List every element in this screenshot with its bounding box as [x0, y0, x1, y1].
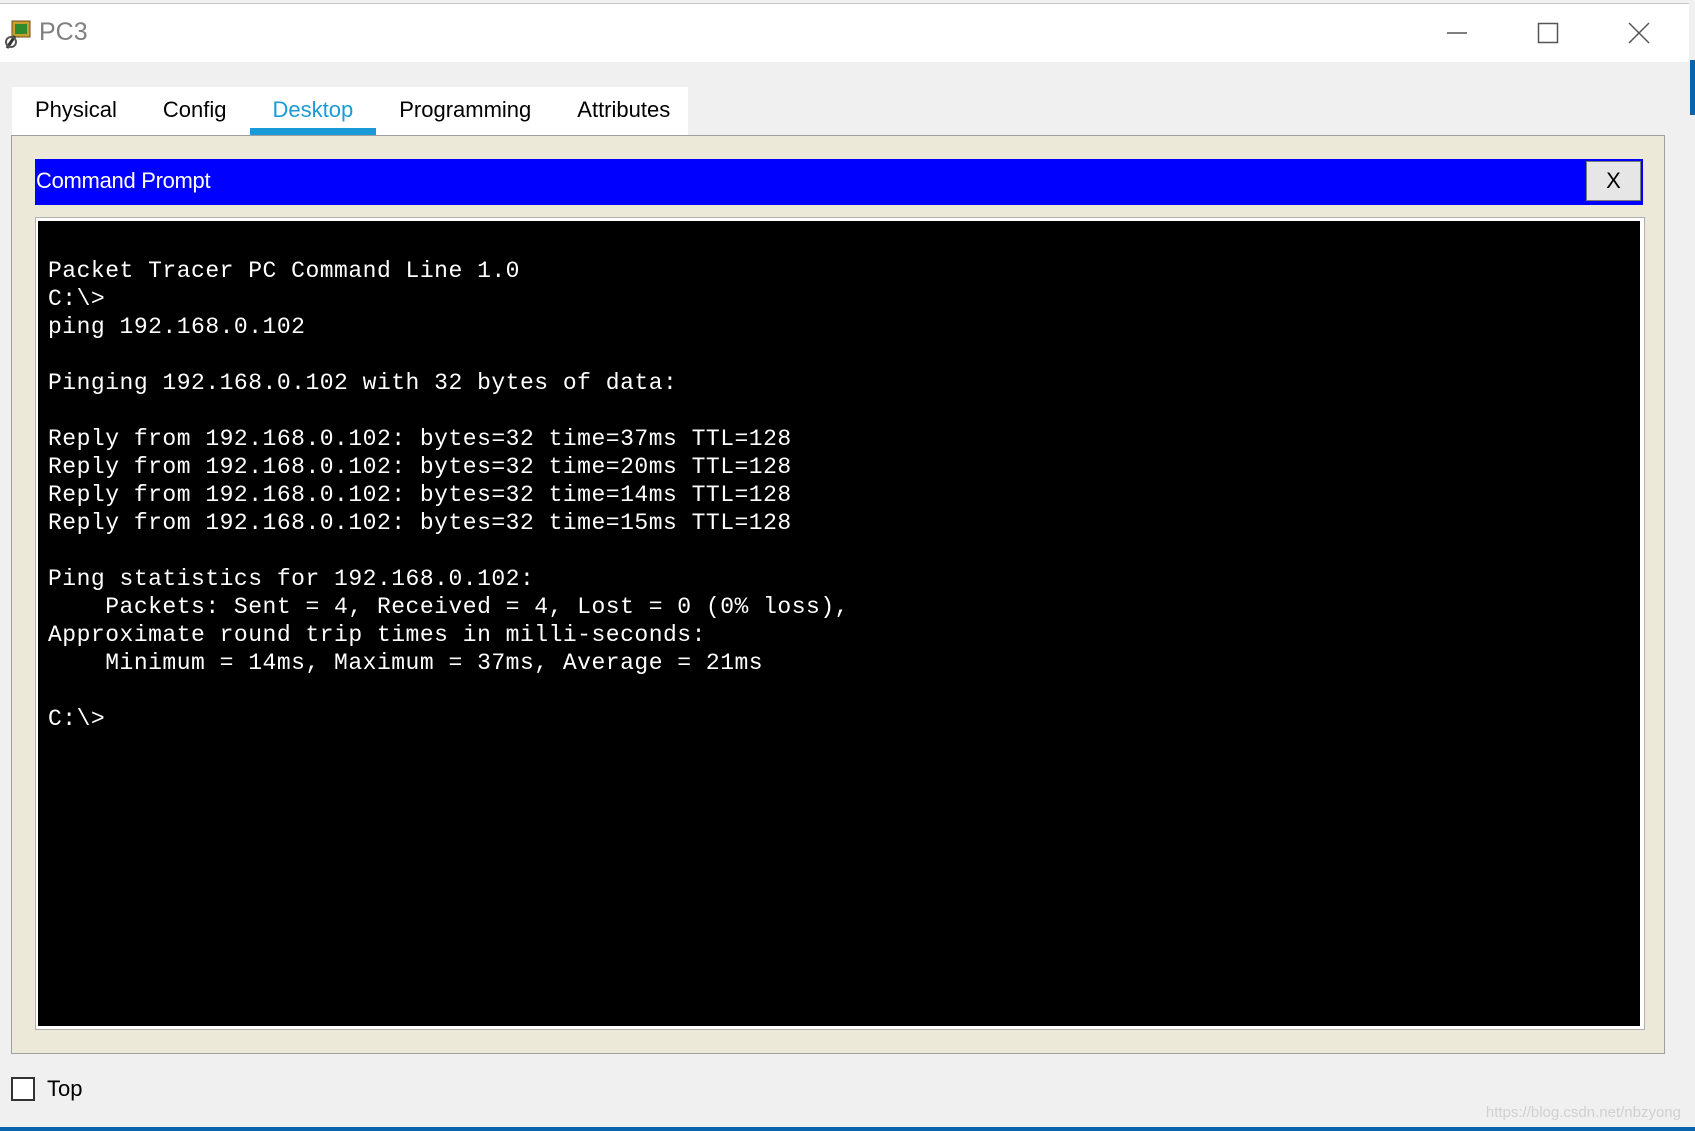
top-option: Top — [11, 1076, 82, 1102]
terminal[interactable]: Packet Tracer PC Command Line 1.0 C:\> p… — [38, 221, 1640, 1026]
top-label: Top — [47, 1076, 83, 1101]
top-checkbox[interactable] — [11, 1077, 35, 1101]
command-prompt-header: Command Prompt X — [35, 159, 1643, 205]
tab-config[interactable]: Config — [140, 87, 250, 135]
tab-bar: Physical Config Desktop Programming Attr… — [12, 87, 688, 135]
terminal-frame: Packet Tracer PC Command Line 1.0 C:\> p… — [35, 217, 1645, 1030]
close-icon — [1628, 22, 1650, 44]
command-prompt-title: Command Prompt — [36, 168, 211, 193]
tab-programming[interactable]: Programming — [376, 87, 554, 135]
command-prompt-close-button[interactable]: X — [1586, 161, 1641, 201]
minimize-icon — [1446, 22, 1468, 44]
packet-tracer-app-icon — [3, 18, 35, 50]
watermark: https://blog.csdn.net/nbzyong — [1485, 1104, 1681, 1121]
desktop-panel: Command Prompt X Packet Tracer PC Comman… — [11, 135, 1665, 1054]
maximize-button[interactable] — [1503, 4, 1593, 62]
bottom-edge-accent — [0, 1127, 1695, 1131]
tab-attributes[interactable]: Attributes — [554, 87, 693, 135]
right-edge-accent — [1690, 60, 1695, 115]
terminal-output[interactable]: Packet Tracer PC Command Line 1.0 C:\> p… — [48, 257, 849, 733]
tab-desktop[interactable]: Desktop — [249, 87, 377, 135]
tab-physical[interactable]: Physical — [12, 87, 140, 135]
pc3-window: PC3 Physical Config Desktop Programming … — [0, 3, 1689, 1128]
close-window-button[interactable] — [1594, 4, 1684, 62]
window-title: PC3 — [39, 18, 88, 46]
maximize-icon — [1537, 22, 1559, 44]
minimize-button[interactable] — [1412, 4, 1502, 62]
title-bar[interactable]: PC3 — [0, 4, 1689, 62]
